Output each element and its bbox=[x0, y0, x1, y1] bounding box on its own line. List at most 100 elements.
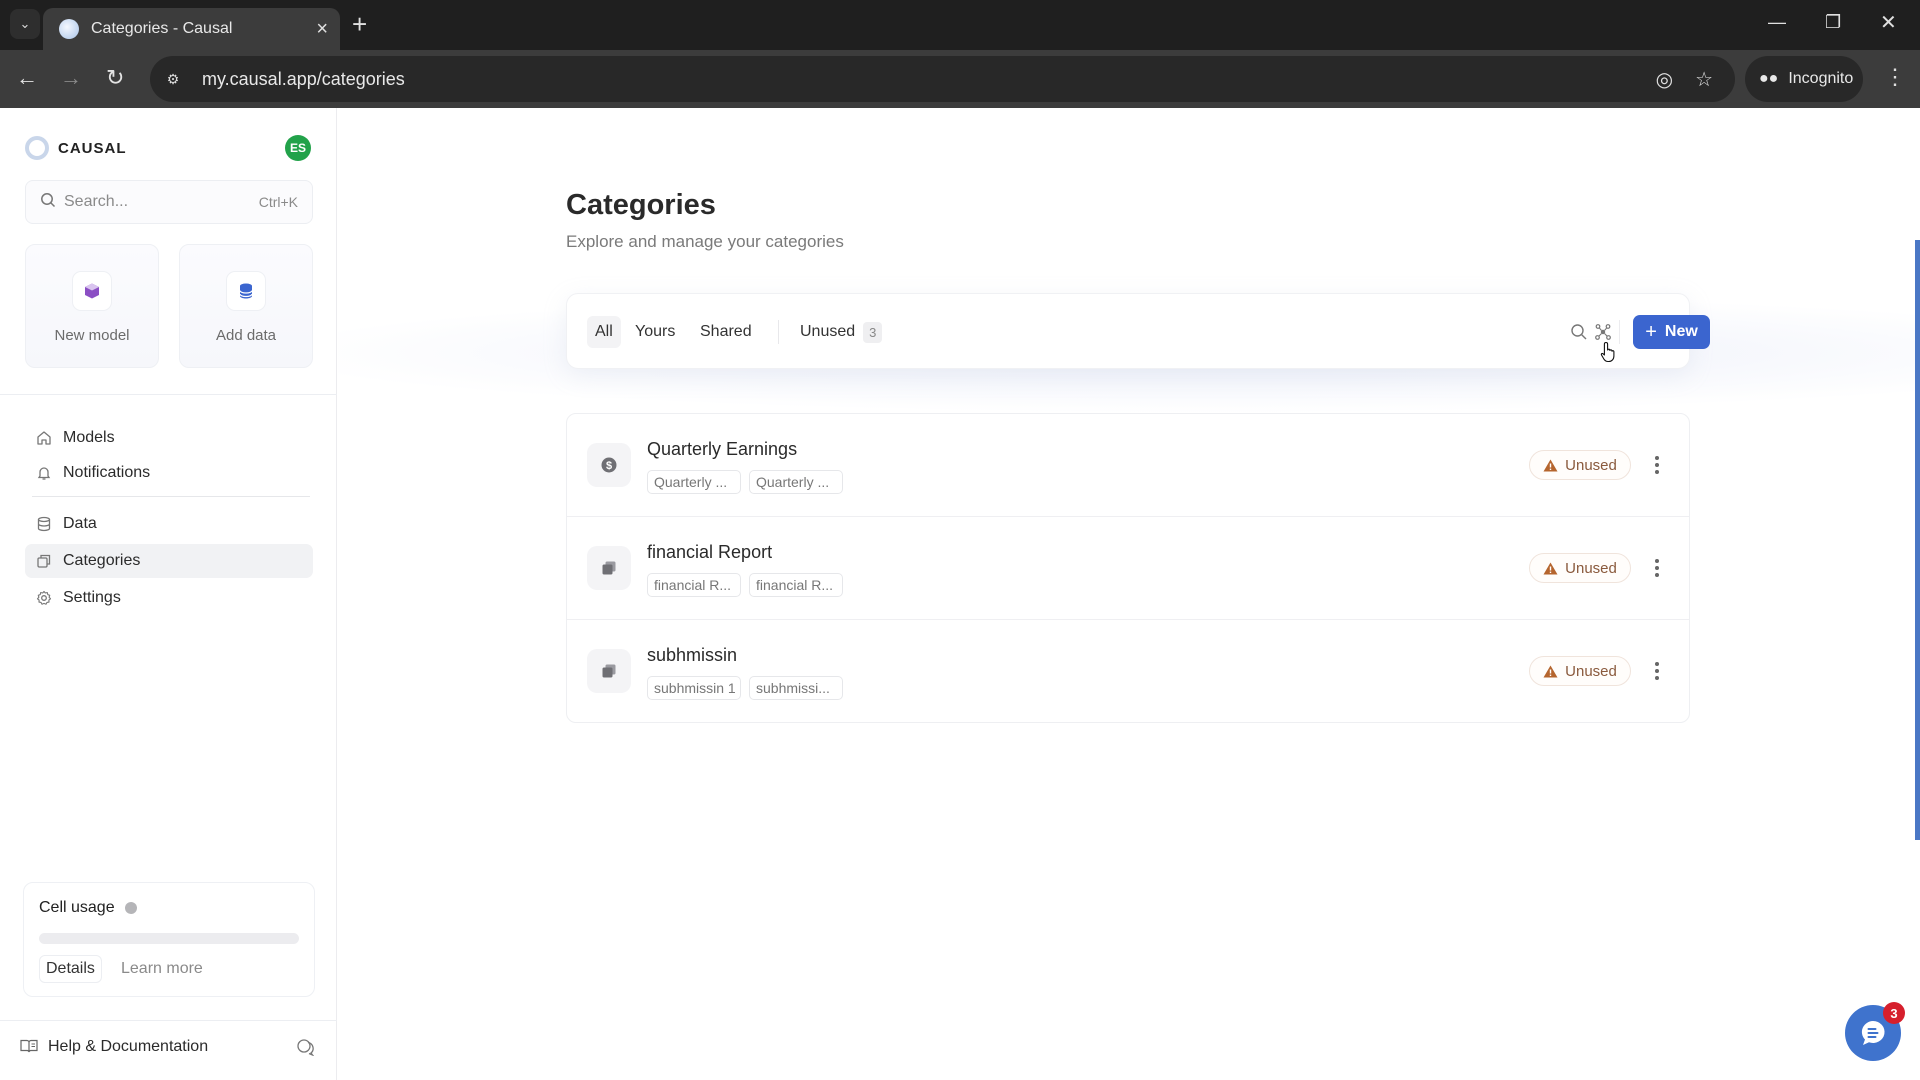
chat-bubbles-icon[interactable] bbox=[296, 1038, 316, 1061]
tab-all[interactable]: All bbox=[587, 316, 621, 348]
favicon-icon bbox=[59, 19, 79, 39]
url-text[interactable]: my.causal.app/categories bbox=[202, 69, 1656, 90]
status-badge: Unused bbox=[1529, 656, 1631, 686]
svg-text:$: $ bbox=[606, 460, 612, 472]
category-chip: financial R... bbox=[749, 573, 843, 597]
cube-icon bbox=[72, 271, 112, 311]
category-name[interactable]: subhmissin bbox=[647, 645, 737, 666]
warning-icon bbox=[1543, 665, 1558, 677]
copy-icon bbox=[587, 546, 631, 590]
star-icon[interactable]: ☆ bbox=[1695, 67, 1713, 92]
database-icon bbox=[35, 515, 53, 533]
address-bar[interactable]: ⚙ my.causal.app/categories ◎ ☆ bbox=[150, 56, 1735, 102]
sidebar-divider bbox=[0, 394, 337, 395]
causal-logo-icon bbox=[25, 136, 49, 160]
chevron-down-icon: ⌄ bbox=[19, 16, 31, 31]
restore-button[interactable]: ❐ bbox=[1825, 12, 1841, 33]
app: CAUSAL ES Search... Ctrl+K New model Add… bbox=[0, 108, 1920, 1080]
nav-divider bbox=[32, 496, 310, 497]
details-button[interactable]: Details bbox=[39, 955, 102, 983]
new-button-label: New bbox=[1664, 323, 1698, 340]
warning-icon bbox=[1543, 562, 1558, 574]
cell-usage-label: Cell usage bbox=[39, 899, 115, 916]
chat-icon bbox=[1861, 1020, 1885, 1045]
minimize-button[interactable]: — bbox=[1768, 12, 1786, 33]
tab-unused[interactable]: Unused 3 bbox=[792, 316, 890, 348]
incognito-label: Incognito bbox=[1788, 70, 1854, 87]
dollar-icon: $ bbox=[587, 443, 631, 487]
tab-divider bbox=[778, 320, 779, 344]
back-button[interactable]: ← bbox=[16, 66, 38, 90]
main-content: Categories Explore and manage your categ… bbox=[338, 108, 1920, 1080]
status-badge: Unused bbox=[1529, 553, 1631, 583]
status-badge: Unused bbox=[1529, 450, 1631, 480]
filter-toolbar: All Yours Shared Unused 3 + New bbox=[566, 293, 1710, 369]
browser-tab-active[interactable]: Categories - Causal × bbox=[43, 8, 340, 50]
status-label: Unused bbox=[1565, 559, 1617, 577]
forward-button[interactable]: → bbox=[60, 66, 82, 90]
new-category-button[interactable]: + New bbox=[1633, 315, 1710, 349]
database-icon bbox=[226, 271, 266, 311]
chat-unread-badge: 3 bbox=[1883, 1002, 1905, 1024]
unused-count-badge: 3 bbox=[863, 321, 883, 343]
brand-name: CAUSAL bbox=[58, 139, 127, 157]
tab-shared[interactable]: Shared bbox=[692, 316, 760, 348]
tab-search-button[interactable]: ⌄ bbox=[10, 9, 40, 39]
sidebar-item-label: Notifications bbox=[63, 464, 151, 481]
site-info-icon[interactable]: ⚙ bbox=[158, 64, 188, 94]
sidebar-item-categories[interactable]: Categories bbox=[25, 544, 313, 578]
reload-button[interactable]: ↻ bbox=[106, 66, 124, 90]
help-label: Help & Documentation bbox=[48, 1038, 209, 1055]
browser-tab-bar: ⌄ Categories - Causal × + — ❐ ✕ bbox=[0, 0, 1920, 50]
scrollbar-thumb[interactable] bbox=[1915, 240, 1920, 840]
copy-icon bbox=[587, 649, 631, 693]
book-icon bbox=[20, 1039, 40, 1056]
category-row[interactable]: financial Report financial R... financia… bbox=[567, 517, 1689, 620]
sidebar-item-label: Models bbox=[63, 429, 115, 446]
avatar[interactable]: ES bbox=[285, 135, 311, 161]
sidebar-item-data[interactable]: Data bbox=[25, 507, 313, 541]
more-options-icon[interactable] bbox=[1647, 452, 1667, 478]
category-row[interactable]: $ Quarterly Earnings Quarterly ... Quart… bbox=[567, 414, 1689, 517]
help-documentation-link[interactable]: Help & Documentation bbox=[20, 1038, 208, 1056]
category-row[interactable]: subhmissin subhmissin 1 subhmissi... Unu… bbox=[567, 620, 1689, 723]
new-tab-button[interactable]: + bbox=[352, 10, 367, 38]
cell-usage-card: Cell usage Details Learn more bbox=[23, 882, 315, 997]
toolbar-divider bbox=[1619, 320, 1620, 344]
browser-toolbar: ← → ↻ ⚙ my.causal.app/categories ◎ ☆ ●● … bbox=[0, 50, 1920, 108]
info-icon[interactable] bbox=[124, 902, 137, 914]
hand-pointer-cursor-icon bbox=[1600, 341, 1615, 363]
incognito-icon: ●● bbox=[1759, 70, 1779, 87]
sidebar-item-models[interactable]: Models bbox=[25, 421, 313, 455]
tab-yours[interactable]: Yours bbox=[627, 316, 683, 348]
incognito-indicator[interactable]: ●● Incognito bbox=[1745, 56, 1863, 102]
status-label: Unused bbox=[1565, 456, 1617, 474]
brand[interactable]: CAUSAL bbox=[25, 136, 127, 160]
sidebar-item-label: Categories bbox=[63, 552, 141, 569]
more-options-icon[interactable] bbox=[1647, 555, 1667, 581]
category-name[interactable]: financial Report bbox=[647, 542, 772, 563]
category-chip: subhmissin 1 bbox=[647, 676, 741, 700]
close-window-button[interactable]: ✕ bbox=[1880, 10, 1897, 35]
categories-list: $ Quarterly Earnings Quarterly ... Quart… bbox=[566, 413, 1690, 723]
search-placeholder: Search... bbox=[64, 193, 129, 210]
add-data-label: Add data bbox=[215, 327, 277, 344]
sidebar: CAUSAL ES Search... Ctrl+K New model Add… bbox=[0, 108, 337, 1080]
more-options-icon[interactable] bbox=[1647, 658, 1667, 684]
sidebar-item-notifications[interactable]: Notifications bbox=[25, 456, 313, 490]
page-title: Categories bbox=[566, 189, 716, 221]
home-icon bbox=[35, 429, 53, 447]
search-input[interactable]: Search... Ctrl+K bbox=[25, 180, 313, 224]
browser-menu-icon[interactable]: ⋮ bbox=[1884, 64, 1906, 90]
cell-usage-title: Cell usage bbox=[39, 899, 137, 917]
category-name[interactable]: Quarterly Earnings bbox=[647, 439, 797, 460]
eye-off-icon[interactable]: ◎ bbox=[1656, 67, 1673, 92]
add-data-button[interactable]: Add data bbox=[179, 244, 313, 368]
sidebar-item-settings[interactable]: Settings bbox=[25, 581, 313, 615]
sidebar-item-label: Settings bbox=[63, 589, 121, 606]
close-tab-icon[interactable]: × bbox=[316, 19, 328, 39]
category-chip: Quarterly ... bbox=[749, 470, 843, 494]
search-icon[interactable] bbox=[1567, 320, 1591, 344]
new-model-button[interactable]: New model bbox=[25, 244, 159, 368]
learn-more-link[interactable]: Learn more bbox=[121, 955, 203, 983]
